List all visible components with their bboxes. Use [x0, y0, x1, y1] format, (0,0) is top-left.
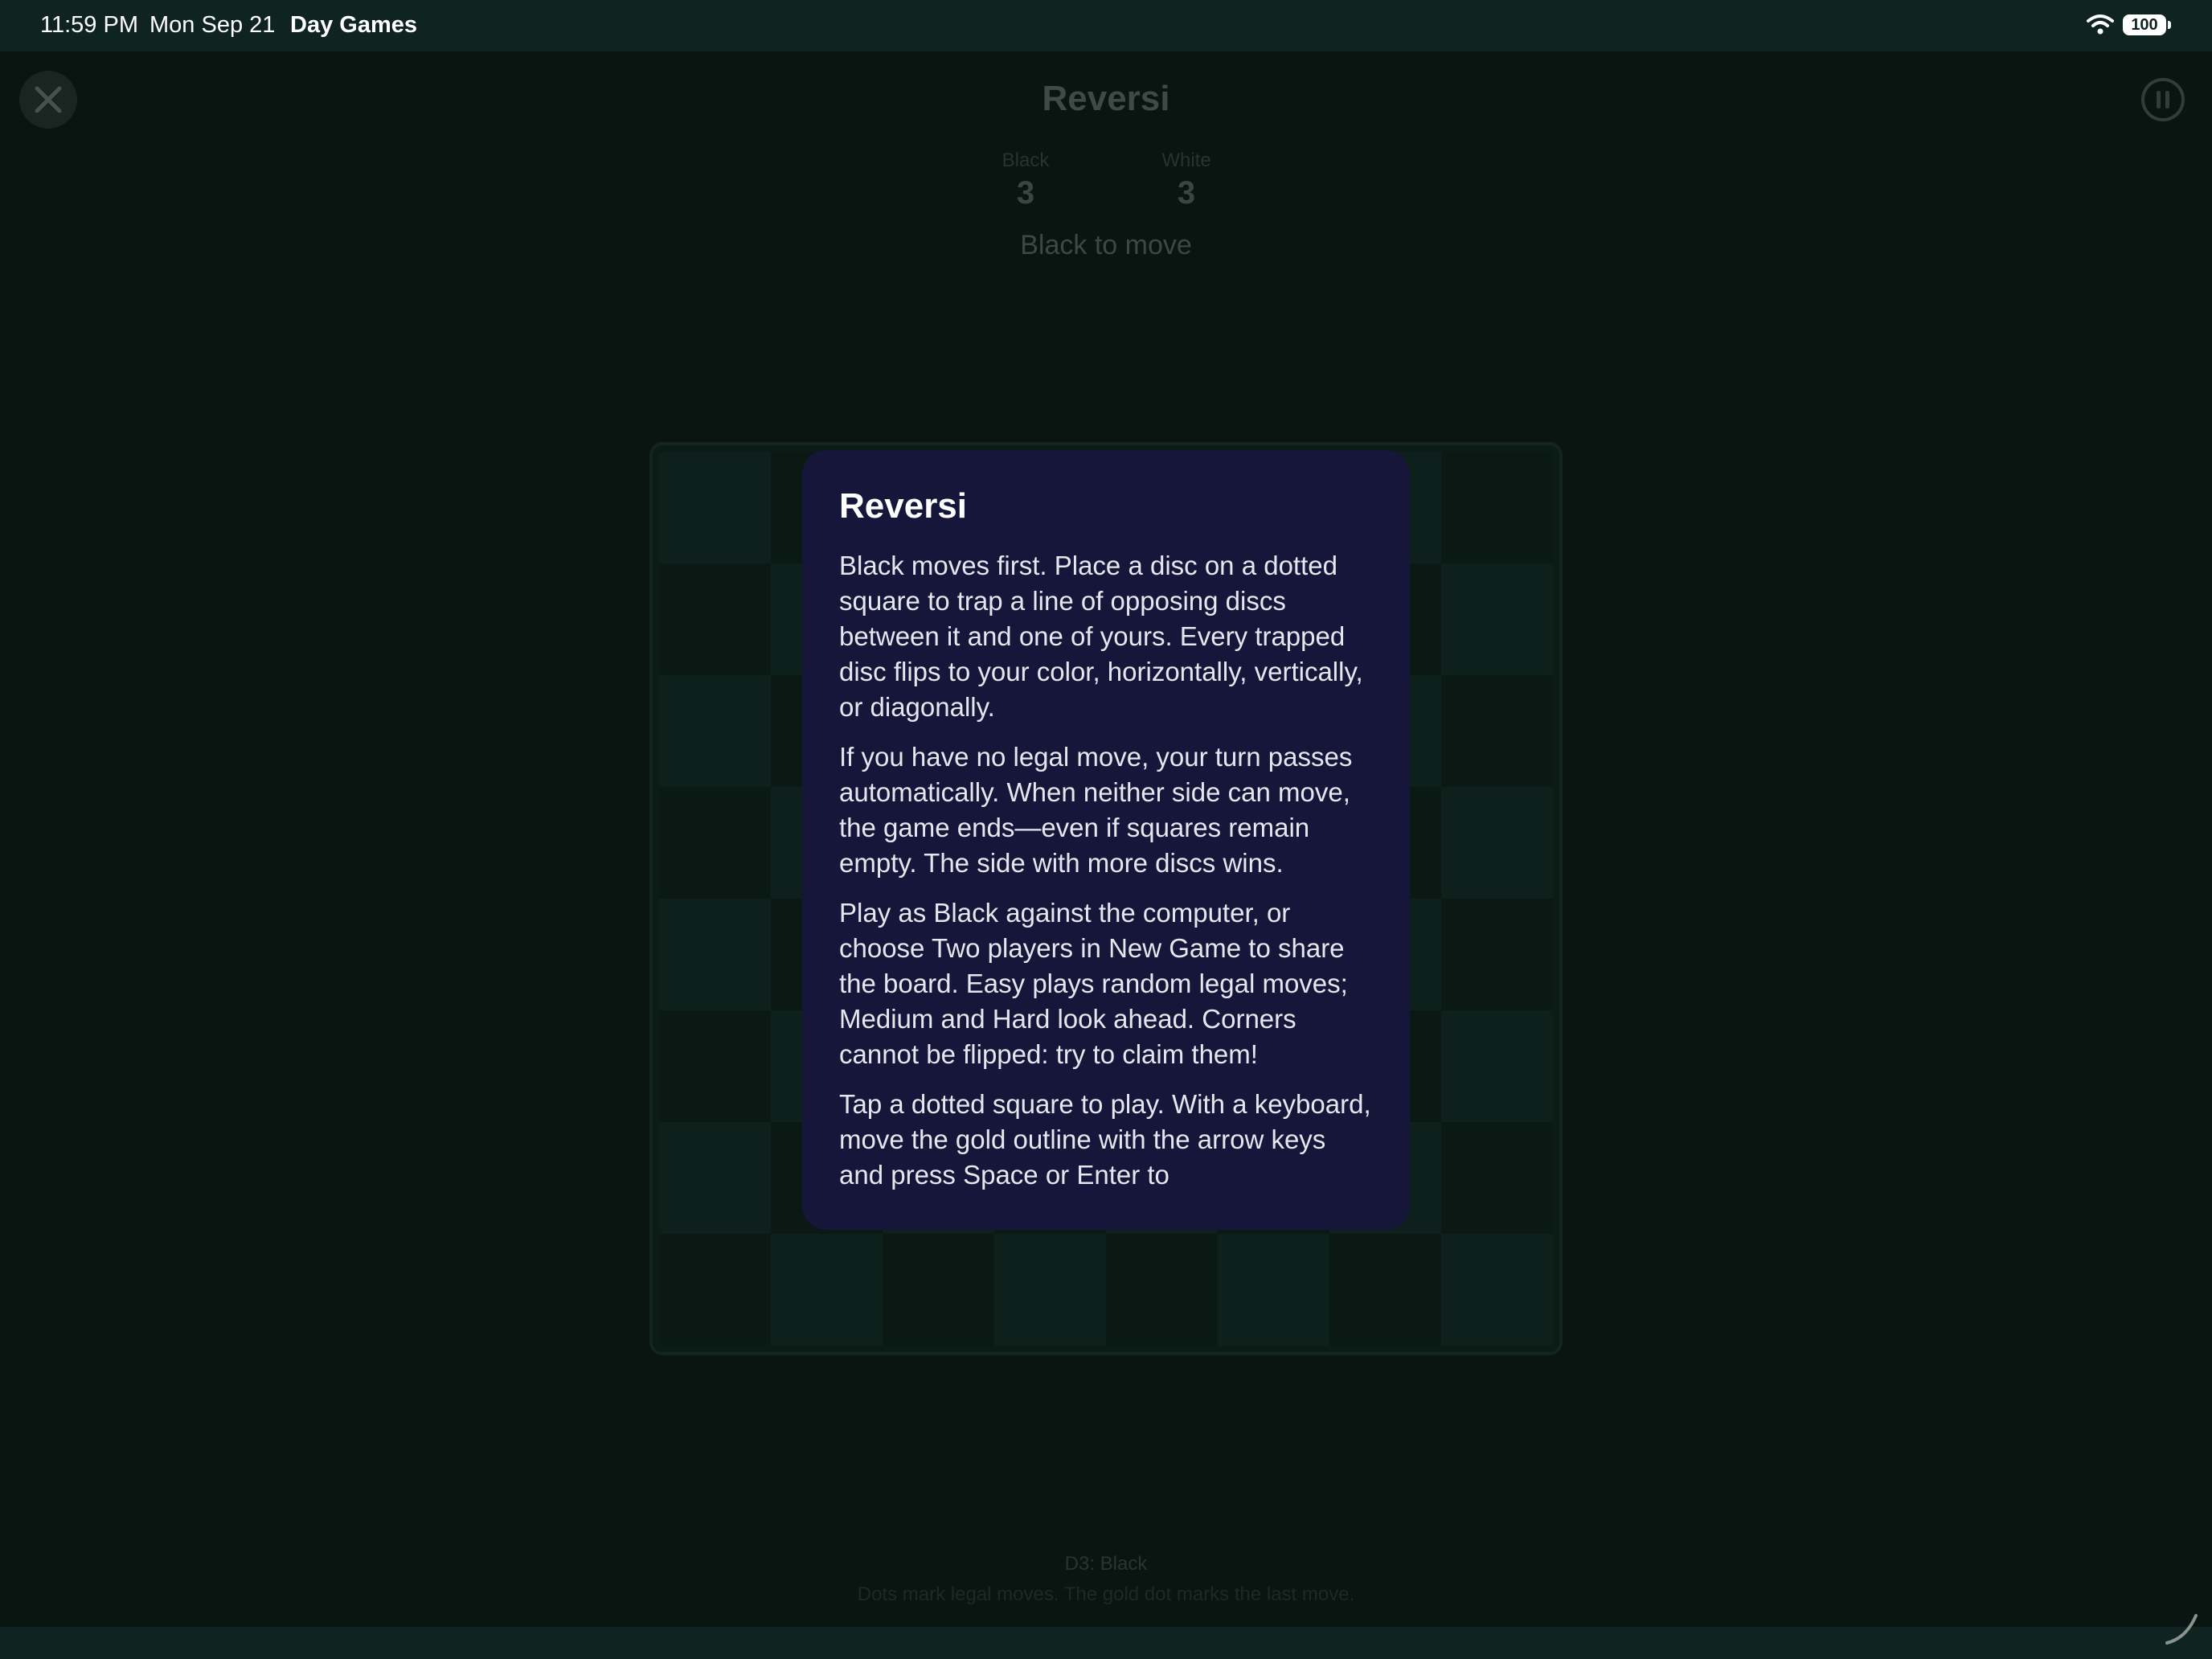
- board-cell[interactable]: [883, 1234, 994, 1346]
- rules-paragraph-1: Black moves first. Place a disc on a dot…: [839, 551, 1363, 722]
- board-cell[interactable]: [659, 787, 771, 899]
- battery-level: 100: [2131, 16, 2158, 34]
- board-cell[interactable]: [659, 1234, 771, 1346]
- modal-title: Reversi: [839, 486, 968, 526]
- last-move-label: D3: Black: [1064, 1553, 1148, 1575]
- board-cell[interactable]: [1106, 1234, 1218, 1346]
- board-cell[interactable]: [1441, 787, 1553, 899]
- board-cell[interactable]: [1441, 899, 1553, 1010]
- board-cell[interactable]: [1218, 1234, 1329, 1346]
- rules-paragraph-3: Play as Black against the computer, or c…: [839, 898, 1348, 1069]
- status-time: 11:59 PM: [40, 12, 138, 38]
- status-date: Mon Sep 21: [150, 12, 276, 38]
- board-cell[interactable]: [659, 675, 771, 787]
- board-cell[interactable]: [1441, 675, 1553, 787]
- board-cell[interactable]: [659, 563, 771, 675]
- board-cell[interactable]: [1329, 1234, 1441, 1346]
- legend-hint: Dots mark legal moves. The gold dot mark…: [857, 1583, 1355, 1605]
- bottom-bar: [0, 1627, 2212, 1659]
- app-screen: 11:59 PM Mon Sep 21 Day Games 100 Revers…: [0, 0, 2212, 1659]
- status-app-name: Day Games: [290, 12, 417, 38]
- close-button[interactable]: [19, 71, 77, 129]
- board-cell[interactable]: [659, 1122, 771, 1234]
- board-cell[interactable]: [1441, 452, 1553, 563]
- status-bar: 11:59 PM Mon Sep 21 Day Games 100: [0, 0, 2212, 51]
- white-score-value: 3: [1177, 175, 1196, 211]
- board-cell[interactable]: [1441, 1234, 1553, 1346]
- turn-status: Black to move: [1020, 230, 1192, 260]
- rules-paragraph-2: If you have no legal move, your turn pas…: [839, 742, 1353, 878]
- board-cell[interactable]: [659, 899, 771, 1010]
- board-cell[interactable]: [1441, 1122, 1553, 1234]
- battery-tip: [2168, 21, 2171, 29]
- pause-icon: [2141, 78, 2185, 121]
- game-title: Reversi: [1042, 79, 1170, 118]
- scroll-corner-icon: [2165, 1614, 2198, 1645]
- battery-icon: 100: [2123, 14, 2166, 35]
- wifi-icon: [2087, 14, 2114, 35]
- board-cell[interactable]: [659, 452, 771, 563]
- board-cell[interactable]: [994, 1234, 1106, 1346]
- board-cell[interactable]: [771, 1234, 883, 1346]
- black-score-label: Black: [1002, 150, 1050, 171]
- rules-paragraph-4: Tap a dotted square to play. With a keyb…: [839, 1089, 1371, 1190]
- board-cell[interactable]: [1441, 1010, 1553, 1122]
- white-score-label: White: [1161, 150, 1211, 171]
- board-cell[interactable]: [1441, 563, 1553, 675]
- rules-modal[interactable]: Reversi Black moves first. Place a disc …: [802, 450, 1410, 1230]
- close-icon: [35, 86, 62, 113]
- board-cell[interactable]: [659, 1010, 771, 1122]
- pause-button[interactable]: [2140, 77, 2185, 122]
- black-score-value: 3: [1016, 175, 1035, 211]
